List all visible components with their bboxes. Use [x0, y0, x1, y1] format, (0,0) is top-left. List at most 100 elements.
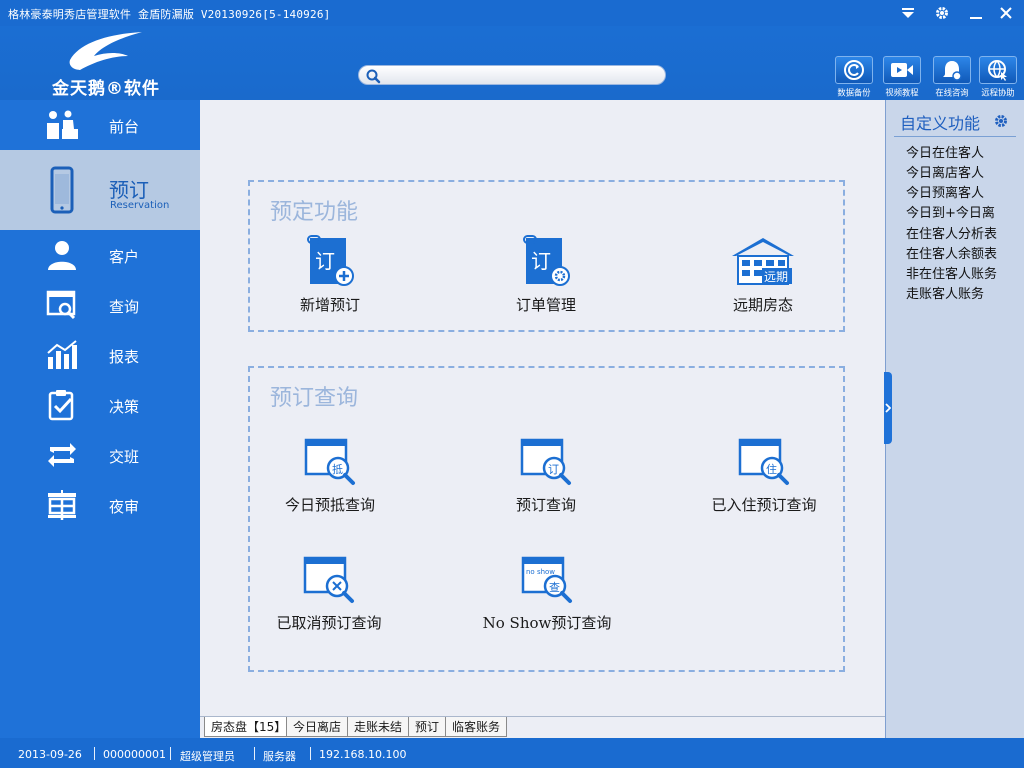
backup-label: 数据备份	[837, 89, 871, 99]
settings-button[interactable]	[930, 2, 954, 24]
sidebar-item-label: 决策	[109, 398, 140, 416]
svg-text:远期: 远期	[764, 270, 788, 284]
custom-item[interactable]: 在住客人余额表	[906, 243, 997, 262]
func-label: 远期房态	[732, 296, 793, 314]
minimize-button[interactable]	[964, 2, 988, 24]
remote-assist-button[interactable]: 远程协助	[976, 56, 1020, 100]
custom-item[interactable]: 在住客人分析表	[906, 223, 997, 242]
divider	[254, 747, 255, 760]
close-button[interactable]	[994, 2, 1018, 24]
brand-name: 金天鹅®软件	[52, 79, 160, 99]
remote-icon	[988, 60, 1007, 81]
building-icon: 远期	[732, 238, 794, 285]
svg-text:订: 订	[548, 463, 559, 476]
gear-icon[interactable]	[994, 114, 1008, 128]
remote-assist-label: 远程协助	[981, 89, 1015, 99]
order-management-button[interactable]: 订 订单管理	[506, 234, 586, 315]
sidebar-item-night-audit[interactable]: 夜审	[0, 480, 200, 530]
sidebar-item-label: 夜审	[109, 498, 140, 516]
sidebar-item-reservation[interactable]: 预订 Reservation	[0, 150, 200, 230]
night-audit-icon	[48, 490, 76, 520]
custom-item[interactable]: 走账客人账务	[906, 283, 984, 302]
reservation-query-group: 预订查询 抵 今日预抵查询 订 预订查询 住 已入住预订查询 已取消预订查询 n…	[248, 366, 845, 672]
group-title: 预订查询	[270, 386, 359, 411]
group-title: 预定功能	[270, 200, 359, 225]
checkin-search-icon: 住	[738, 438, 789, 485]
sidebar-item-label: 报表	[109, 348, 140, 366]
func-label: No Show预订查询	[482, 614, 612, 632]
sidebar-item-label: 客户	[109, 248, 140, 266]
sidebar-nav: 前台 预订 Reservation 客户 查询 报表 决策 交班 夜审	[0, 100, 200, 738]
cancelled-reservation-query-button[interactable]: 已取消预订查询	[264, 556, 394, 633]
search-input[interactable]	[385, 68, 655, 82]
cancel-search-icon	[303, 556, 354, 603]
today-arrival-query-button[interactable]: 抵 今日预抵查询	[270, 438, 390, 515]
checked-in-reservation-query-button[interactable]: 住 已入住预订查询	[698, 438, 830, 515]
arrival-search-icon: 抵	[304, 438, 355, 485]
tab-reservation[interactable]: 预订	[408, 717, 447, 737]
backup-button[interactable]: 数据备份	[832, 56, 876, 100]
online-consult-label: 在线咨询	[935, 89, 969, 99]
report-icon	[47, 340, 77, 369]
sidebar-item-query[interactable]: 查询	[0, 280, 200, 330]
custom-item[interactable]: 今日在住客人	[906, 142, 984, 161]
tab-today-checkout[interactable]: 今日离店	[286, 717, 349, 737]
reservation-functions-group: 预定功能 订 新增预订 订 订单管理 远期 远期房态	[248, 180, 845, 332]
video-icon	[891, 63, 913, 77]
sidebar-item-label: 查询	[109, 298, 140, 316]
app-title: 格林豪泰明秀店管理软件 金盾防漏版 V20130926[5-140926]	[8, 8, 331, 21]
phone-icon	[50, 166, 74, 214]
chat-icon	[943, 61, 962, 81]
new-order-icon: 订	[307, 235, 354, 286]
custom-functions-panel: 自定义功能 今日在住客人 今日离店客人 今日预离客人 今日到+今日离 在住客人分…	[885, 100, 1024, 738]
new-reservation-button[interactable]: 订 新增预订	[290, 234, 370, 315]
customer-icon	[48, 241, 76, 270]
no-show-query-button[interactable]: no show 查 No Show预订查询	[474, 556, 620, 633]
query-icon	[46, 290, 76, 320]
svg-text:订: 订	[531, 249, 551, 273]
status-server-label: 服务器	[263, 750, 296, 763]
svg-text:no show: no show	[526, 568, 555, 576]
func-label: 已入住预订查询	[711, 496, 817, 514]
tab-room-status[interactable]: 房态盘【15】	[204, 717, 294, 737]
title-bar: 格林豪泰明秀店管理软件 金盾防漏版 V20130926[5-140926]	[0, 0, 1024, 26]
custom-item[interactable]: 今日预离客人	[906, 182, 984, 201]
status-date: 2013-09-26	[18, 748, 82, 761]
search-icon[interactable]	[365, 68, 381, 84]
custom-item[interactable]: 今日离店客人	[906, 162, 984, 181]
dropdown-menu-button[interactable]	[896, 2, 920, 24]
sidebar-item-decision[interactable]: 决策	[0, 380, 200, 430]
video-tutorial-button[interactable]: 视频教程	[880, 56, 924, 100]
shift-icon	[48, 443, 76, 467]
collapse-panel-handle[interactable]	[884, 372, 892, 444]
online-consult-button[interactable]: 在线咨询	[930, 56, 974, 100]
func-label: 新增预订	[299, 296, 360, 314]
tab-unsettled[interactable]: 走账未结	[347, 717, 410, 737]
svg-text:查: 查	[549, 580, 560, 594]
backup-icon	[844, 60, 864, 80]
order-search-icon: 订	[520, 438, 571, 485]
status-role: 超级管理员	[180, 750, 235, 763]
sidebar-item-report[interactable]: 报表	[0, 330, 200, 380]
svg-text:订: 订	[315, 249, 335, 273]
divider	[310, 747, 311, 760]
func-label: 已取消预订查询	[276, 614, 382, 632]
status-bar: 2013-09-26 000000001 超级管理员 服务器 192.168.1…	[0, 738, 1024, 768]
future-room-status-button[interactable]: 远期 远期房态	[720, 234, 806, 315]
front-desk-icon	[47, 110, 78, 139]
func-label: 订单管理	[515, 296, 576, 314]
sidebar-item-front-desk[interactable]: 前台	[0, 100, 200, 150]
reservation-query-button[interactable]: 订 预订查询	[486, 438, 606, 515]
custom-item[interactable]: 非在住客人账务	[906, 263, 997, 282]
svg-text:抵: 抵	[332, 462, 343, 476]
decision-icon	[48, 390, 74, 421]
sidebar-item-label: 前台	[109, 118, 140, 136]
sidebar-item-sublabel: Reservation	[110, 200, 170, 211]
tab-temp-guest-account[interactable]: 临客账务	[445, 717, 508, 737]
sidebar-item-customer[interactable]: 客户	[0, 230, 200, 280]
search-box[interactable]	[358, 65, 666, 85]
custom-item[interactable]: 今日到+今日离	[906, 202, 995, 221]
divider	[894, 136, 1016, 137]
sidebar-item-label: 交班	[109, 448, 140, 466]
sidebar-item-shift[interactable]: 交班	[0, 430, 200, 480]
